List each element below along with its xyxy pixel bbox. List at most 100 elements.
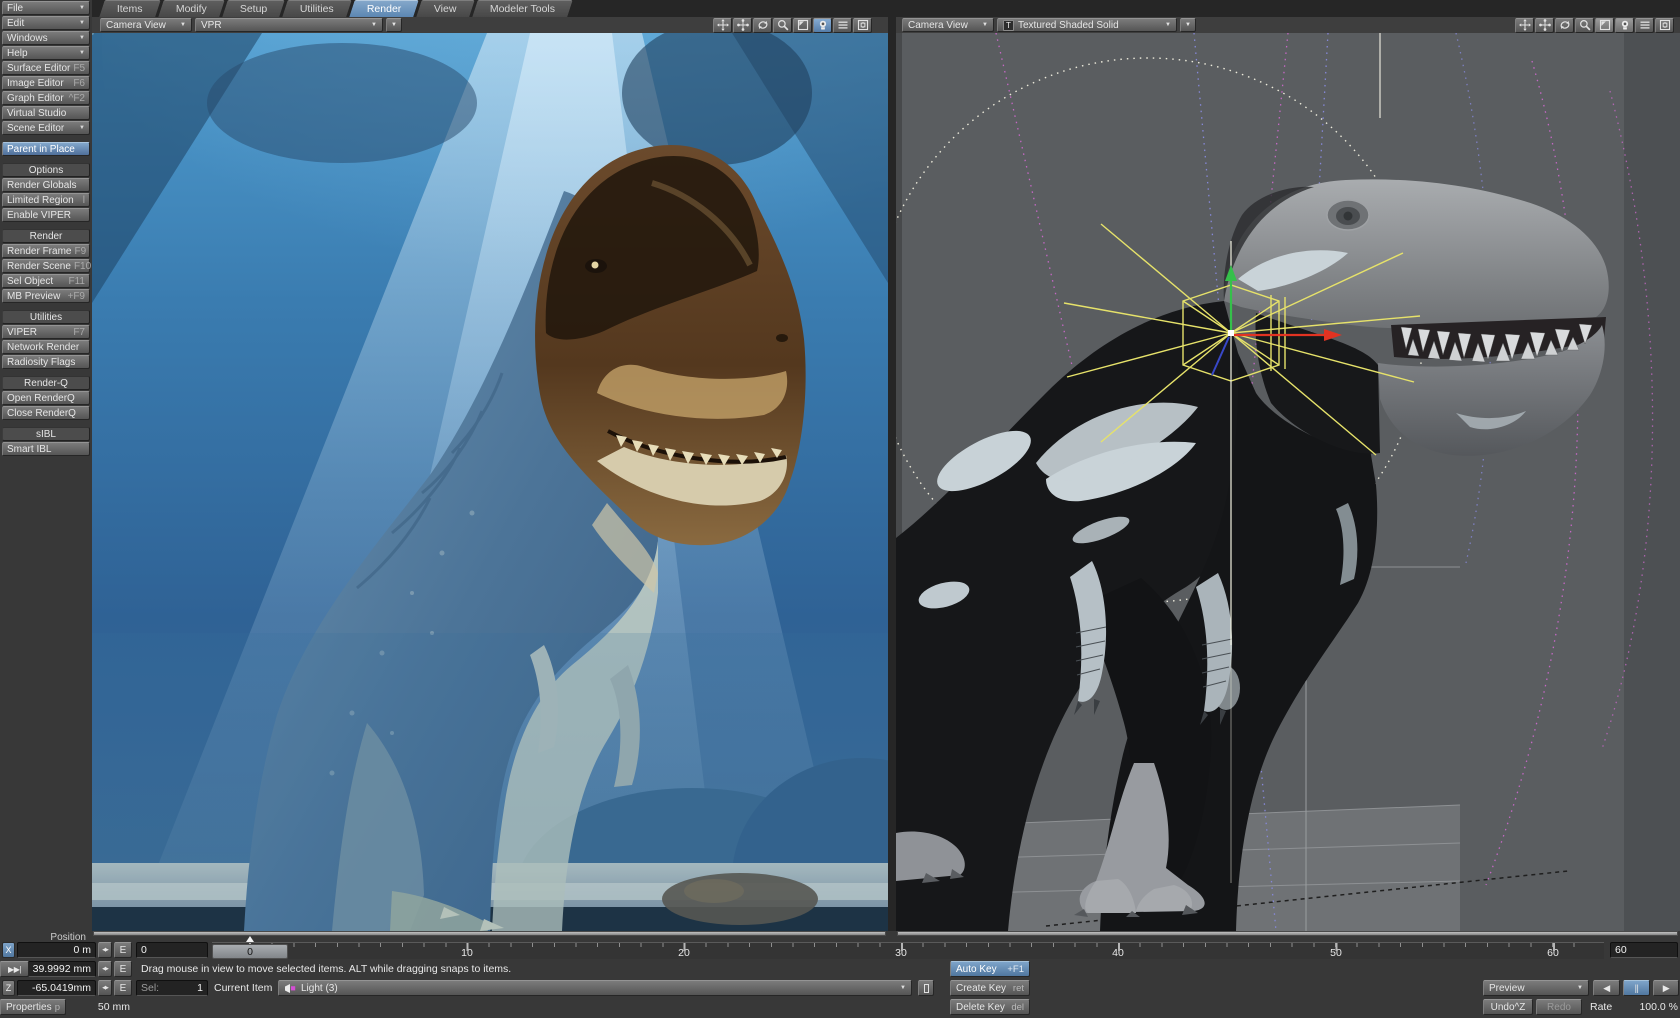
- auto-key-button[interactable]: Auto Key +F1: [950, 961, 1030, 977]
- move-icon[interactable]: [1515, 18, 1534, 33]
- light-icon: [284, 983, 297, 994]
- current-item-dropdown[interactable]: Light (3) ▼: [278, 980, 912, 996]
- list-icon[interactable]: [833, 18, 852, 33]
- current-frame-field[interactable]: 0: [136, 942, 208, 958]
- sidebar-button[interactable]: Virtual Studio ▼: [2, 106, 90, 120]
- sidebar-button[interactable]: ▼: [2, 223, 90, 228]
- sidebar-button[interactable]: ▼: [2, 136, 90, 141]
- x-position-field[interactable]: 0 m: [17, 942, 96, 958]
- sidebar-button[interactable]: Windows ▼: [2, 31, 90, 45]
- sidebar-button[interactable]: ▼: [2, 304, 90, 309]
- sidebar-button[interactable]: Help ▼: [2, 46, 90, 60]
- window-icon[interactable]: [853, 18, 872, 33]
- sidebar-button[interactable]: Render ▼: [2, 229, 90, 243]
- z-position-field[interactable]: -65.0419mm: [17, 980, 96, 996]
- delete-key-button[interactable]: Delete Key del: [950, 999, 1030, 1015]
- tab[interactable]: Utilities: [282, 0, 351, 17]
- maximize-icon[interactable]: [793, 18, 812, 33]
- z-nudge-buttons[interactable]: ◀▶: [98, 980, 112, 996]
- sidebar-button[interactable]: Image Editor F6 ▼: [2, 76, 90, 90]
- sidebar-button[interactable]: Smart IBL ▼: [2, 442, 90, 456]
- left-viewport-options-dropdown[interactable]: ▼: [386, 18, 402, 32]
- maximize-icon[interactable]: [1595, 18, 1614, 33]
- sidebar-button[interactable]: ▼: [2, 421, 90, 426]
- sidebar-button[interactable]: Render Globals ▼: [2, 178, 90, 192]
- sidebar-button[interactable]: ▼: [2, 370, 90, 375]
- tab[interactable]: Render: [349, 0, 419, 17]
- list-icon[interactable]: [1635, 18, 1654, 33]
- sidebar-button[interactable]: sIBL ▼: [2, 427, 90, 441]
- sidebar-button[interactable]: Limited Region l ▼: [2, 193, 90, 207]
- create-key-button[interactable]: Create Key ret: [950, 980, 1030, 996]
- sidebar-button[interactable]: Graph Editor ^F2 ▼: [2, 91, 90, 105]
- sidebar-button[interactable]: Open RenderQ ▼: [2, 391, 90, 405]
- x-nudge-buttons[interactable]: ◀▶: [98, 942, 112, 958]
- orbit-icon[interactable]: [1555, 18, 1574, 33]
- y-envelope-button[interactable]: E: [114, 961, 132, 977]
- sidebar-button[interactable]: ▼: [2, 157, 90, 162]
- end-frame-field[interactable]: 60: [1610, 942, 1678, 958]
- rate-value[interactable]: 100.0 %: [1616, 1001, 1678, 1013]
- viewport-divider[interactable]: [888, 17, 896, 931]
- right-render-mode-dropdown[interactable]: T Textured Shaded Solid ▼: [997, 18, 1177, 32]
- sidebar-button[interactable]: Sel Object F11 ▼: [2, 274, 90, 288]
- x-axis-toggle[interactable]: X: [2, 942, 15, 958]
- timeline-ruler[interactable]: 0 102030405060: [212, 942, 1604, 959]
- sidebar-button[interactable]: Parent in Place ▼: [2, 142, 90, 156]
- tab[interactable]: Setup: [222, 0, 285, 17]
- zoom-icon[interactable]: [1575, 18, 1594, 33]
- play-forward-button[interactable]: ▶: [1653, 980, 1679, 996]
- left-render-mode-dropdown[interactable]: VPR ▼: [195, 18, 383, 32]
- sidebar-button[interactable]: VIPER F7 ▼: [2, 325, 90, 339]
- left-viewport-scene[interactable]: [92, 33, 888, 931]
- item-lock-button[interactable]: [918, 980, 934, 996]
- right-viewport-scene[interactable]: [896, 33, 1680, 931]
- sidebar-button[interactable]: Radiosity Flags ▼: [2, 355, 90, 369]
- timeline-slider[interactable]: 0: [212, 944, 288, 959]
- sidebar-button[interactable]: Network Render ▼: [2, 340, 90, 354]
- sidebar-button[interactable]: Edit ▼: [2, 16, 90, 30]
- orbit-icon[interactable]: [753, 18, 772, 33]
- right-view-type-dropdown[interactable]: Camera View ▼: [902, 18, 994, 32]
- y-nudge-buttons[interactable]: ◀▶: [98, 961, 112, 977]
- tab[interactable]: Modeler Tools: [472, 0, 573, 17]
- timeline-tick-label: 30: [895, 947, 907, 959]
- undo-button[interactable]: Undo^Z: [1483, 999, 1533, 1015]
- play-reverse-button[interactable]: ◀: [1593, 980, 1620, 996]
- sidebar-button[interactable]: Scene Editor ▼: [2, 121, 90, 135]
- preview-dropdown[interactable]: Preview ▼: [1483, 980, 1589, 996]
- tab[interactable]: View: [417, 0, 475, 17]
- rotate-icon[interactable]: [733, 18, 752, 33]
- sidebar-button[interactable]: Options ▼: [2, 163, 90, 177]
- sidebar-button[interactable]: Surface Editor F5 ▼: [2, 61, 90, 75]
- pause-button[interactable]: ||: [1623, 980, 1650, 996]
- right-viewport-scrollbar[interactable]: [897, 931, 1678, 936]
- left-viewport-scrollbar[interactable]: [93, 931, 886, 936]
- sidebar-button[interactable]: File ▼: [2, 1, 90, 15]
- sidebar-button-label: Scene Editor: [7, 123, 64, 134]
- x-envelope-button[interactable]: E: [114, 942, 132, 958]
- item-type-button[interactable]: Properties p: [0, 999, 66, 1015]
- sidebar-button[interactable]: Enable VIPER ▼: [2, 208, 90, 222]
- window-icon[interactable]: [1655, 18, 1674, 33]
- sidebar-button[interactable]: Render Frame F9 ▼: [2, 244, 90, 258]
- move-icon[interactable]: [713, 18, 732, 33]
- z-axis-toggle[interactable]: Z: [2, 980, 15, 996]
- z-envelope-button[interactable]: E: [114, 980, 132, 996]
- rotate-icon[interactable]: [1535, 18, 1554, 33]
- sidebar-button[interactable]: Render Scene F10 ▼: [2, 259, 90, 273]
- sidebar-button[interactable]: Close RenderQ ▼: [2, 406, 90, 420]
- selection-count-field[interactable]: Sel: 1: [136, 980, 208, 996]
- sidebar-button[interactable]: Render-Q ▼: [2, 376, 90, 390]
- go-to-end-button[interactable]: ▶▶|: [0, 961, 29, 977]
- sidebar-button[interactable]: Utilities ▼: [2, 310, 90, 324]
- redo-button[interactable]: Redo: [1536, 999, 1582, 1015]
- zoom-icon[interactable]: [773, 18, 792, 33]
- camera-icon[interactable]: [1615, 18, 1634, 33]
- tab[interactable]: Items: [99, 0, 160, 17]
- sidebar-button[interactable]: MB Preview +F9 ▼: [2, 289, 90, 303]
- left-view-type-dropdown[interactable]: Camera View ▼: [100, 18, 192, 32]
- camera-icon[interactable]: [813, 18, 832, 33]
- right-viewport-options-dropdown[interactable]: ▼: [1180, 18, 1196, 32]
- tab[interactable]: Modify: [158, 0, 224, 17]
